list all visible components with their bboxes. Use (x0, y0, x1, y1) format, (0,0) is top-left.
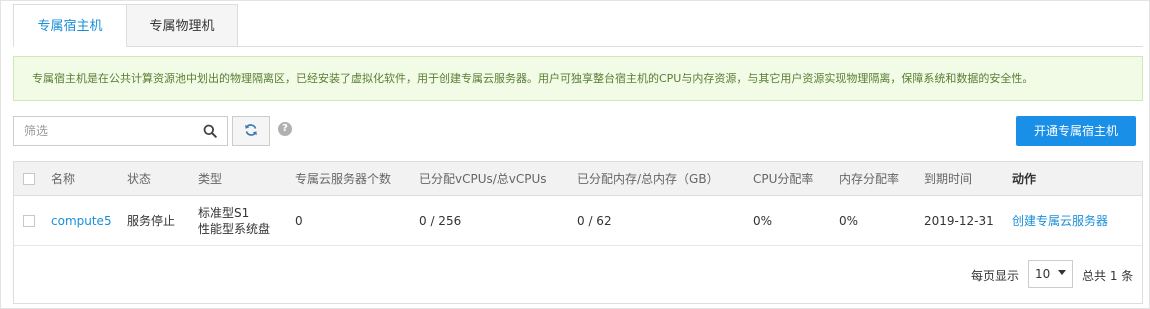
header-mem-rate[interactable]: 内存分配率 (839, 162, 899, 195)
vcpus-value: 0 / 256 (419, 213, 462, 228)
host-name-link[interactable]: compute5 (51, 196, 112, 245)
total-count: 总共 1 条 (1082, 269, 1134, 283)
tab-bar: 专属宿主机 专属物理机 (13, 4, 238, 47)
tab-divider (13, 46, 1143, 47)
header-vcpus[interactable]: 已分配vCPUs/总vCPUs (419, 162, 547, 195)
filter-input[interactable] (14, 117, 194, 145)
type-cell: 标准型S1 性能型系统盘 (198, 196, 270, 245)
header-memory[interactable]: 已分配内存/总内存（GB） (577, 162, 719, 195)
header-cpu-rate[interactable]: CPU分配率 (753, 162, 813, 195)
tab-dedicated-physical[interactable]: 专属物理机 (127, 4, 238, 47)
type-disk: 性能型系统盘 (198, 221, 271, 236)
header-type[interactable]: 类型 (198, 162, 222, 195)
memory-value: 0 / 62 (577, 213, 612, 228)
row-checkbox[interactable] (23, 214, 35, 227)
create-ecs-link[interactable]: 创建专属云服务器 (1012, 196, 1108, 245)
status-text: 服务停止 (127, 214, 176, 228)
search-icon[interactable] (203, 124, 217, 138)
help-icon[interactable]: ? (278, 122, 292, 136)
select-all-checkbox[interactable] (23, 172, 35, 185)
refresh-button[interactable] (232, 116, 270, 146)
per-page-select[interactable]: 10 (1028, 260, 1073, 288)
header-name[interactable]: 名称 (51, 162, 75, 195)
type-flavor: 标准型S1 (198, 205, 250, 220)
table-row: compute5 服务停止 标准型S1 性能型系统盘 0 0 / 256 0 /… (14, 196, 1142, 246)
tab-dedicated-host[interactable]: 专属宿主机 (13, 4, 127, 47)
header-ecs-count[interactable]: 专属云服务器个数 (295, 162, 391, 195)
host-table: 名称 状态 类型 专属云服务器个数 已分配vCPUs/总vCPUs 已分配内存/… (13, 161, 1143, 304)
expiry-value: 2019-12-31 (924, 213, 994, 228)
row-select-cell (23, 196, 35, 245)
select-all-cell (23, 162, 35, 195)
per-page-value: 10 (1035, 267, 1051, 281)
table-header: 名称 状态 类型 专属云服务器个数 已分配vCPUs/总vCPUs 已分配内存/… (14, 162, 1142, 196)
cpu-rate-value: 0% (753, 213, 773, 228)
per-page-label: 每页显示 (971, 269, 1020, 283)
create-dedicated-host-button[interactable]: 开通专属宿主机 (1016, 116, 1136, 146)
caret-down-icon (1058, 270, 1066, 275)
info-banner: 专属宿主机是在公共计算资源池中划出的物理隔离区，已经安装了虚拟化软件，用于创建专… (13, 56, 1143, 101)
header-status[interactable]: 状态 (127, 162, 151, 195)
filter-box (13, 116, 228, 146)
ecs-count-value: 0 (295, 213, 303, 228)
mem-rate-value: 0% (839, 213, 859, 228)
header-expiry[interactable]: 到期时间 (924, 162, 972, 195)
header-action: 动作 (1012, 172, 1037, 186)
refresh-icon (244, 123, 258, 140)
